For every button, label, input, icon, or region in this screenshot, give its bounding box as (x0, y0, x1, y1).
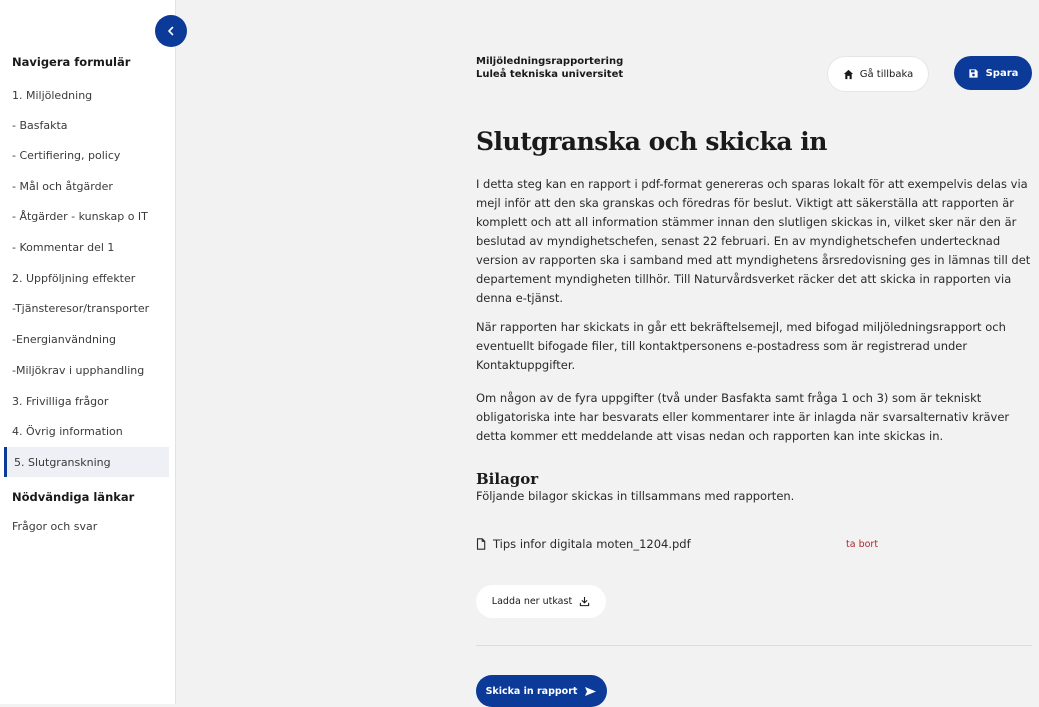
file-icon (476, 538, 486, 550)
remove-attachment-link[interactable]: ta bort (846, 539, 878, 550)
attachment-filename[interactable]: Tips infor digitala moten_1204.pdf (493, 537, 691, 551)
sidebar-item-energi[interactable]: -Energianvändning (12, 333, 116, 346)
sidebar-item-kommentar[interactable]: - Kommentar del 1 (12, 241, 114, 254)
send-icon (584, 686, 597, 697)
main-content: Miljöledningsrapportering Luleå tekniska… (176, 0, 1039, 707)
sidebar-item-miljoledning[interactable]: 1. Miljöledning (12, 89, 92, 102)
intro-paragraph: I detta steg kan en rapport i pdf-format… (476, 177, 1031, 305)
sidebar-item-slutgranskning[interactable]: 5. Slutgranskning (14, 456, 111, 469)
attachments-title: Bilagor (476, 470, 539, 488)
sidebar-item-tjansteresor[interactable]: -Tjänsteresor/transporter (12, 302, 149, 315)
back-button-label: Gå tillbaka (859, 68, 914, 80)
link-fragor-och-svar[interactable]: Frågor och svar (12, 520, 97, 533)
download-icon (579, 596, 590, 607)
sidebar-item-frivilliga[interactable]: 3. Frivilliga frågor (12, 395, 108, 408)
sidebar-item-uppfoljning[interactable]: 2. Uppföljning effekter (12, 272, 135, 285)
submit-report-button[interactable]: Skicka in rapport (476, 675, 607, 707)
floppy-disk-icon (968, 68, 979, 79)
sidebar-item-atgarder-it[interactable]: - Åtgärder - kunskap o IT (12, 210, 148, 223)
save-button[interactable]: Spara (954, 56, 1032, 90)
sidebar-item-ovrig[interactable]: 4. Övrig information (12, 425, 123, 438)
sidebar-item-mal-atgarder[interactable]: - Mål och åtgärder (12, 180, 113, 193)
org-name: Luleå tekniska universitet (476, 69, 624, 80)
org-title: Miljöledningsrapportering (476, 56, 624, 67)
home-icon (843, 69, 854, 80)
validation-paragraph: Om någon av de fyra uppgifter (två under… (476, 391, 1010, 443)
attachment-row: Tips infor digitala moten_1204.pdf (476, 537, 691, 551)
download-draft-label: Ladda ner utkast (491, 596, 573, 607)
confirmation-paragraph: När rapporten har skickats in går ett be… (476, 320, 1006, 372)
collapse-sidebar-button[interactable] (155, 15, 187, 47)
nav-heading: Navigera formulär (12, 55, 131, 69)
sidebar: Navigera formulär 1. Miljöledning - Basf… (0, 0, 176, 704)
save-button-label: Spara (985, 67, 1019, 79)
download-draft-button[interactable]: Ladda ner utkast (476, 585, 606, 618)
sidebar-item-basfakta[interactable]: - Basfakta (12, 119, 68, 132)
back-button[interactable]: Gå tillbaka (828, 57, 928, 91)
page-title: Slutgranska och skicka in (476, 127, 827, 156)
sidebar-item-certifiering[interactable]: - Certifiering, policy (12, 149, 120, 162)
attachments-description: Följande bilagor skickas in tillsammans … (476, 489, 795, 503)
chevron-left-icon (166, 26, 176, 36)
submit-report-label: Skicka in rapport (485, 685, 578, 697)
sidebar-item-miljokrav[interactable]: -Miljökrav i upphandling (12, 364, 144, 377)
divider (476, 645, 1032, 646)
links-heading: Nödvändiga länkar (12, 490, 135, 504)
